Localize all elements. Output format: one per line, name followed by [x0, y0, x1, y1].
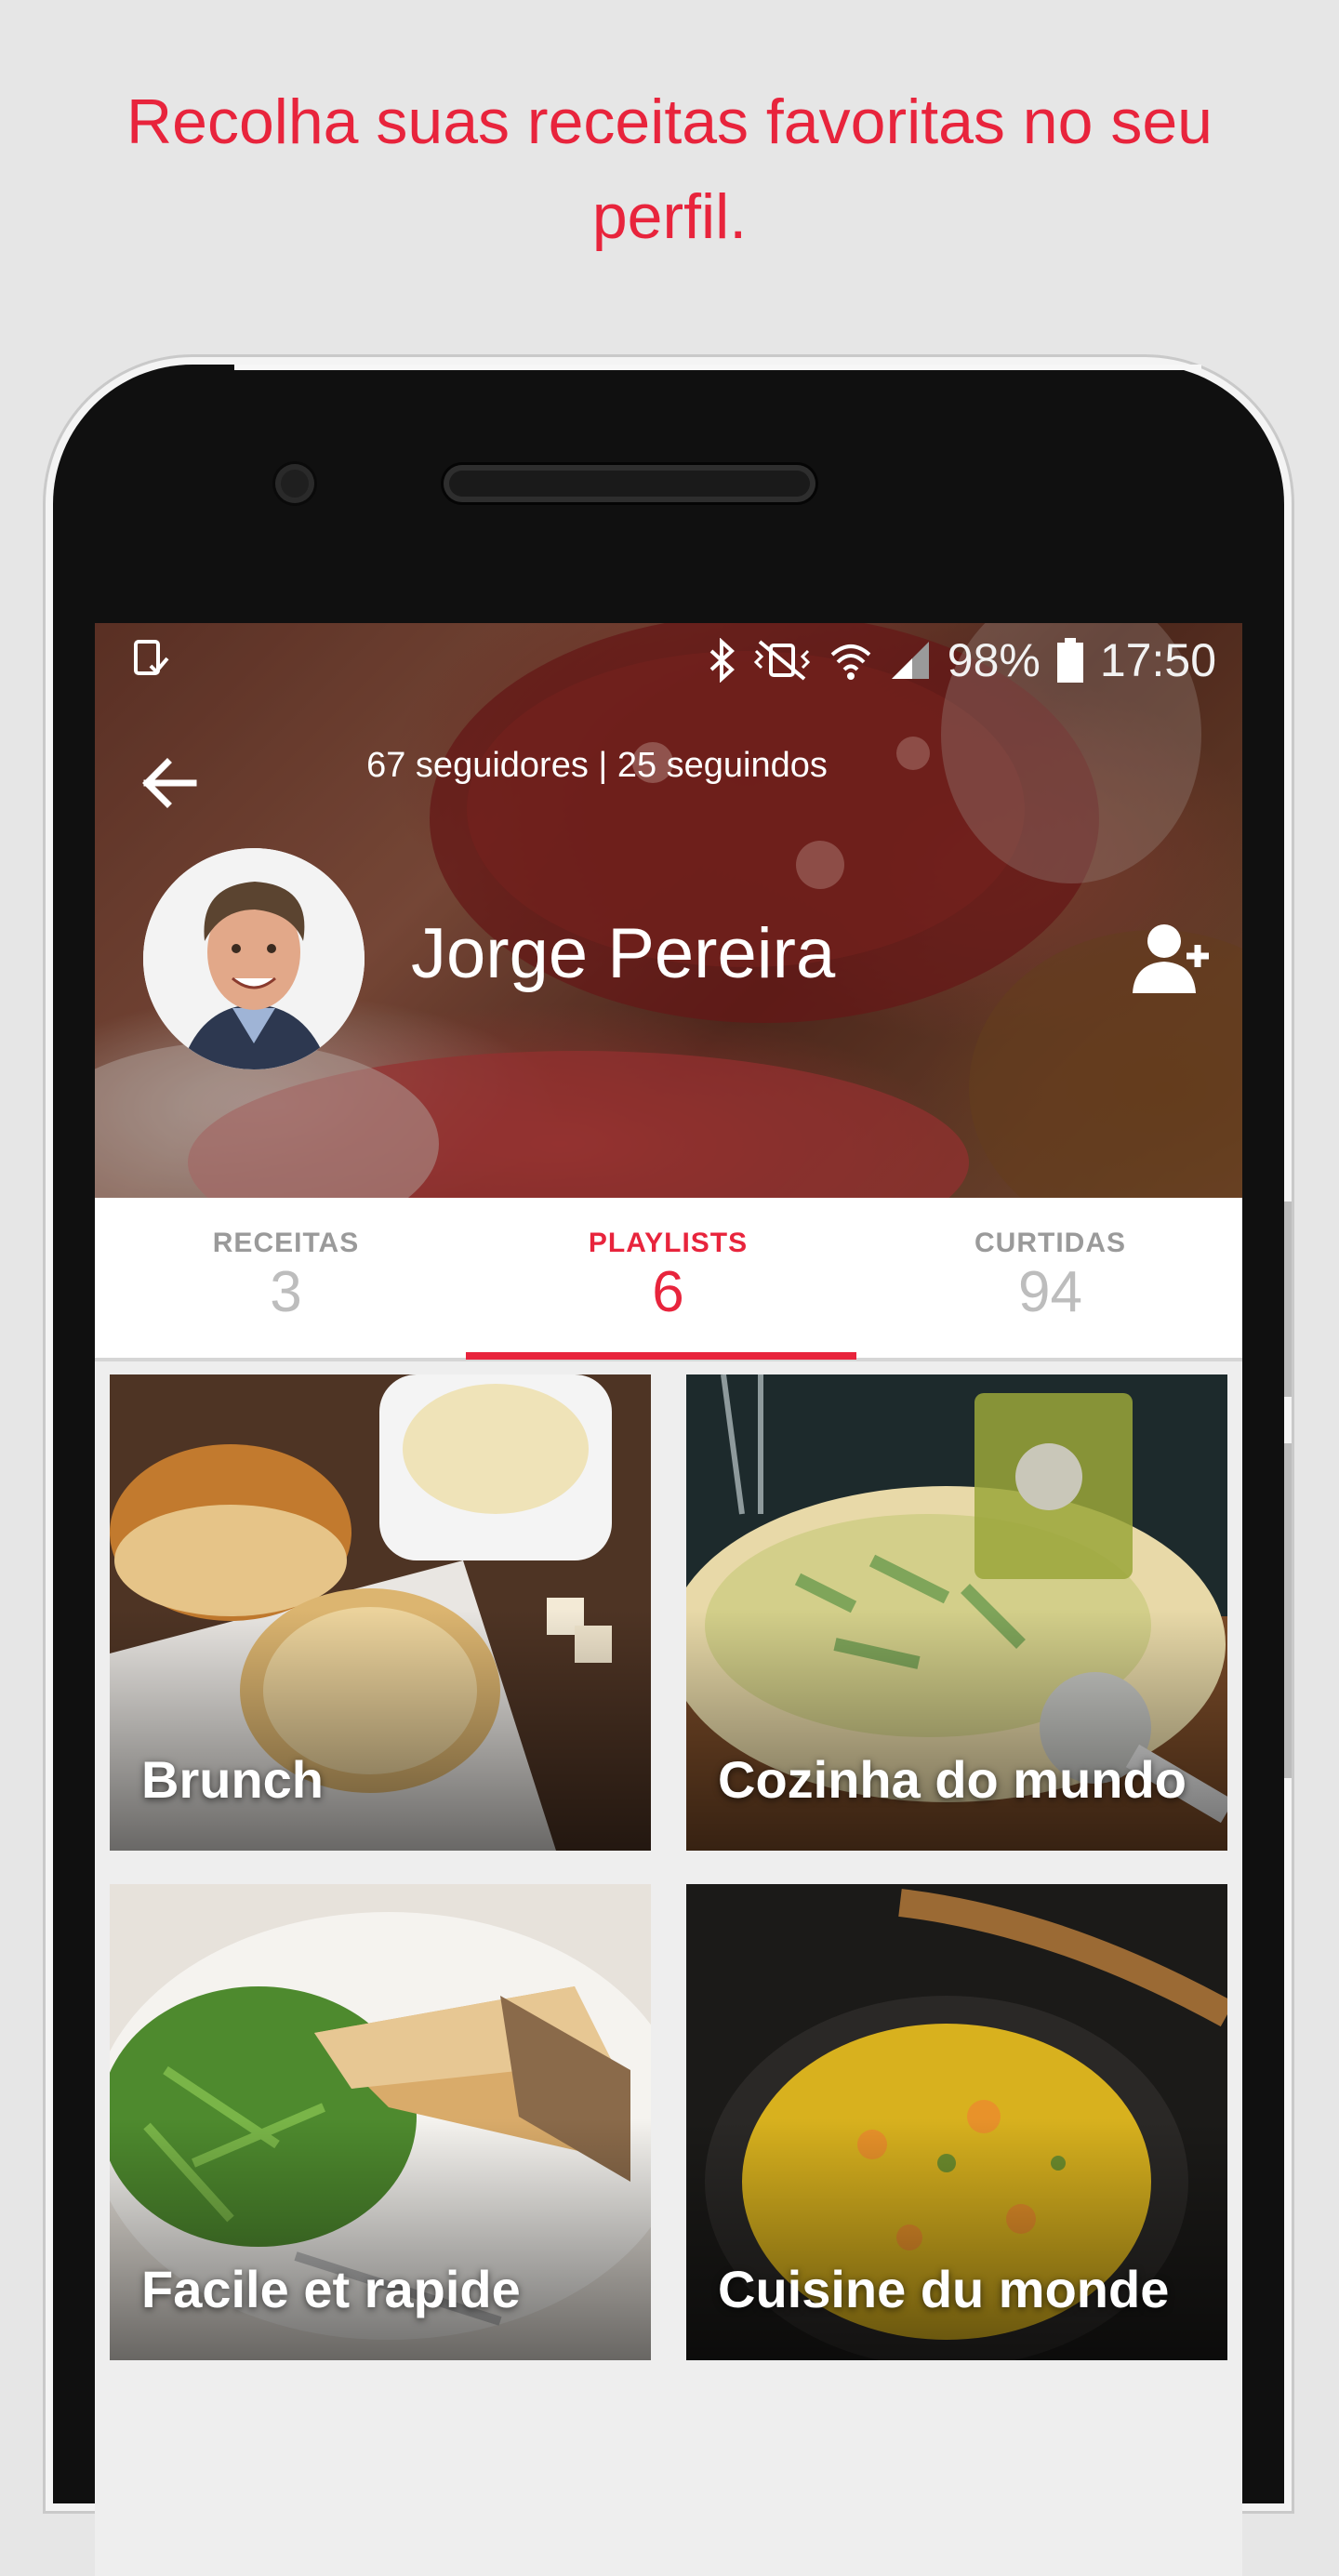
phone-frame: 98% 17:50 67 seguidores | 25 seguindos J… [53, 365, 1292, 2576]
profile-header: 98% 17:50 67 seguidores | 25 seguindos J… [95, 623, 1242, 1198]
clock: 17:50 [1099, 634, 1216, 686]
battery-icon [1056, 638, 1083, 683]
promo-headline: Recolha suas receitas favoritas no seu p… [126, 86, 1213, 252]
card-overlay [686, 1609, 1227, 1851]
profile-name: Jorge Pereira [411, 914, 836, 993]
tab-label: PLAYLISTS [588, 1228, 749, 1258]
phone-bezel-highlight [234, 365, 1201, 370]
playlist-card-cuisine-du-monde[interactable]: Cuisine du monde [686, 1884, 1227, 2360]
tab-receitas[interactable]: RECEITAS 3 [95, 1198, 477, 1358]
status-bar: 98% 17:50 [95, 623, 1242, 703]
add-user-icon[interactable] [1133, 919, 1216, 997]
playlist-title: Brunch [141, 1750, 324, 1809]
app-screen: 98% 17:50 67 seguidores | 25 seguindos J… [95, 623, 1242, 2576]
tab-playlists[interactable]: PLAYLISTS 6 [477, 1198, 859, 1358]
wifi-icon [830, 644, 871, 680]
tab-label: CURTIDAS [974, 1228, 1126, 1258]
battery-percent: 98% [947, 634, 1041, 686]
signal-icon [891, 642, 929, 679]
card-overlay [686, 2118, 1227, 2360]
tab-count: 3 [270, 1260, 302, 1324]
device-check-icon [134, 640, 169, 675]
profile-tabs: RECEITAS 3 PLAYLISTS 6 CURTIDAS 94 [95, 1198, 1242, 1361]
playlist-card-cozinha-do-mundo[interactable]: Cozinha do mundo [686, 1374, 1227, 1851]
playlist-card-facile-et-rapide[interactable]: Facile et rapide [110, 1884, 651, 2360]
bluetooth-icon [709, 638, 735, 683]
playlist-card-brunch[interactable]: Brunch [110, 1374, 651, 1851]
playlist-title: Cuisine du monde [718, 2260, 1170, 2318]
card-overlay [110, 1609, 651, 1851]
phone-side-button [1284, 1443, 1292, 1778]
tab-count: 94 [1018, 1260, 1082, 1324]
vibrate-mute-icon [753, 640, 810, 681]
back-arrow-icon[interactable] [139, 753, 199, 813]
active-tab-indicator [466, 1352, 856, 1360]
followers-count[interactable]: 67 seguidores | 25 seguindos [327, 742, 867, 789]
avatar-photo [143, 848, 365, 1069]
tab-count: 6 [652, 1260, 684, 1324]
playlist-title: Facile et rapide [141, 2260, 521, 2318]
earpiece-speaker [444, 465, 815, 502]
playlist-title: Cozinha do mundo [718, 1750, 1187, 1809]
phone-side-button [1284, 1202, 1292, 1397]
tab-curtidas[interactable]: CURTIDAS 94 [859, 1198, 1241, 1358]
front-camera [275, 464, 314, 503]
tab-label: RECEITAS [212, 1228, 360, 1258]
card-overlay [110, 2118, 651, 2360]
avatar [143, 848, 365, 1069]
